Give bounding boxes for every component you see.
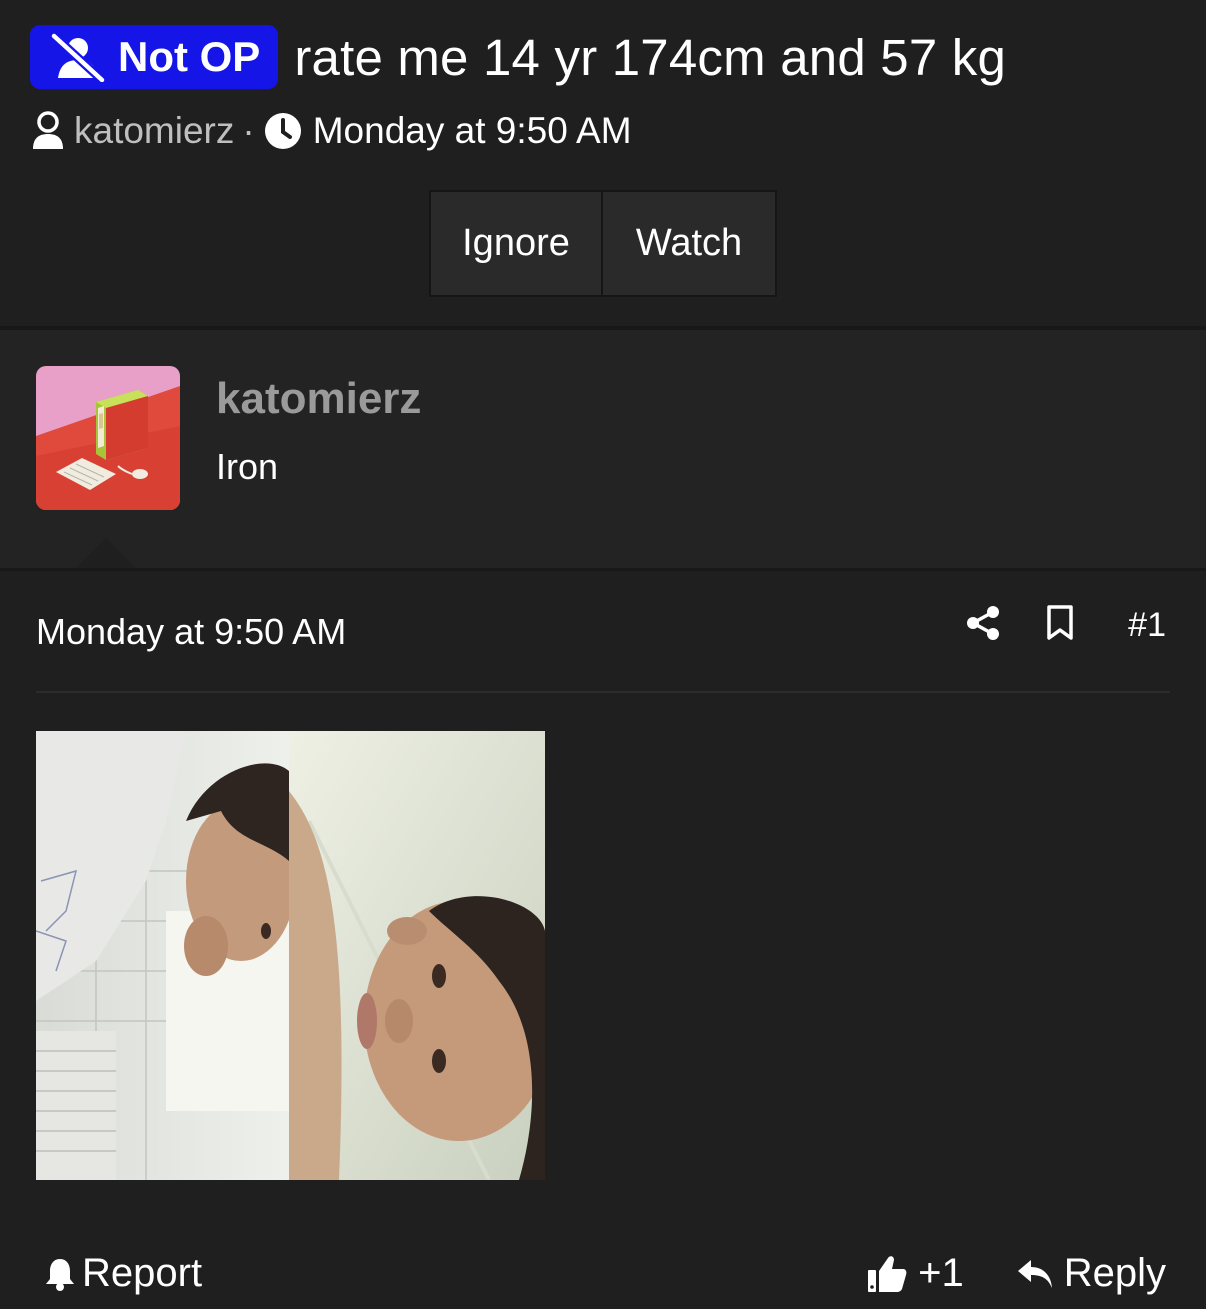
post-author-name[interactable]: katomierz xyxy=(216,374,421,424)
thread-title-row: Not OP rate me 14 yr 174cm and 57 kg xyxy=(30,25,1006,89)
report-button[interactable]: Report xyxy=(44,1251,202,1296)
post-author-bar: katomierz Iron xyxy=(0,330,1206,570)
post-actions: #1 xyxy=(966,605,1166,646)
thread-header: Not OP rate me 14 yr 174cm and 57 kg kat… xyxy=(0,0,1206,328)
like-count: +1 xyxy=(918,1251,964,1295)
meta-separator: · xyxy=(242,110,255,151)
post-header-divider xyxy=(36,691,1170,693)
post-footer-actions: +1 Reply xyxy=(866,1251,1166,1296)
thread-time[interactable]: Monday at 9:50 AM xyxy=(313,110,632,152)
reply-arrow-icon xyxy=(1017,1259,1052,1288)
bookmark-icon[interactable] xyxy=(1046,605,1074,646)
report-label: Report xyxy=(82,1251,203,1295)
not-op-badge: Not OP xyxy=(30,25,279,89)
person-slash-icon xyxy=(50,32,106,82)
share-icon[interactable] xyxy=(966,605,1000,646)
post-number-link[interactable]: #1 xyxy=(1128,606,1166,645)
thumbs-up-icon xyxy=(868,1255,907,1292)
watch-button[interactable]: Watch xyxy=(603,192,775,295)
ignore-button[interactable]: Ignore xyxy=(431,192,603,295)
attached-photo-left[interactable] xyxy=(36,731,289,1180)
badge-label: Not OP xyxy=(118,33,261,80)
author-bar-pointer xyxy=(74,538,138,570)
reply-button[interactable]: Reply xyxy=(1016,1251,1166,1296)
post-author-rank: Iron xyxy=(216,446,279,487)
bell-icon xyxy=(46,1258,74,1291)
thread-meta: katomierz · Monday at 9:50 AM xyxy=(30,110,632,152)
reply-label: Reply xyxy=(1063,1251,1166,1295)
attached-photo-right[interactable] xyxy=(289,731,545,1180)
author-divider xyxy=(0,568,1206,571)
thread-author-link[interactable]: katomierz xyxy=(74,110,234,152)
avatar[interactable] xyxy=(36,366,180,510)
clock-icon xyxy=(263,111,303,151)
like-button[interactable]: +1 xyxy=(866,1251,964,1296)
thread-title: rate me 14 yr 174cm and 57 kg xyxy=(294,28,1007,86)
user-icon xyxy=(30,111,66,151)
thread-action-buttons: Ignore Watch xyxy=(429,190,777,297)
post-date[interactable]: Monday at 9:50 AM xyxy=(36,611,346,653)
